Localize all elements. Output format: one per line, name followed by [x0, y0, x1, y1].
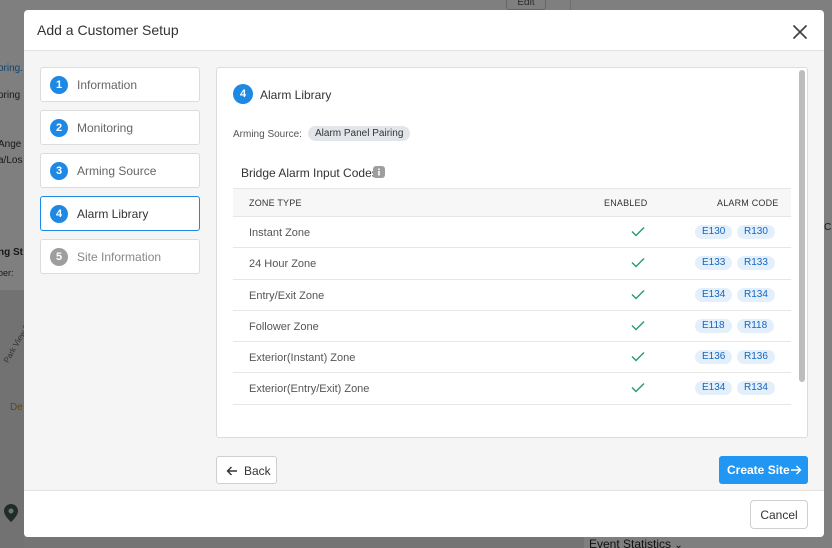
step-number: 1: [50, 76, 68, 94]
step-label: Site Information: [77, 250, 162, 264]
info-icon[interactable]: [373, 166, 385, 178]
check-icon: [631, 258, 645, 268]
check-icon: [631, 383, 645, 394]
zone-type: Exterior(Entry/Exit) Zone: [249, 383, 370, 396]
modal-footer: Cancel: [24, 490, 824, 537]
zone-type: Entry/Exit Zone: [249, 289, 325, 302]
panel-scrollbar[interactable]: [799, 70, 805, 382]
arrow-left-icon: [226, 466, 237, 476]
modal-body: 1 Information 2 Monitoring 3 Arming Sour…: [24, 51, 824, 490]
alarm-code-chip: R134: [737, 287, 775, 302]
table-header: ZONE TYPE ENABLED ALARM CODE: [233, 188, 791, 217]
step-label: Monitoring: [77, 121, 134, 135]
step-information[interactable]: 1 Information: [40, 67, 200, 102]
step-number: 2: [50, 119, 68, 137]
alarm-code-chip: E130: [695, 225, 733, 239]
table-row: 24 Hour Zone E133 R133: [233, 248, 791, 280]
close-icon[interactable]: [788, 20, 812, 44]
alarm-code-chip: R133: [737, 256, 775, 271]
section-title: Alarm Library: [260, 88, 332, 102]
alarm-code-chip: E136: [695, 350, 733, 365]
check-icon: [631, 289, 645, 300]
step-site-information[interactable]: 5 Site Information: [40, 239, 200, 274]
column-header-enabled: ENABLED: [604, 198, 648, 208]
column-header-alarm-code: ALARM CODE: [717, 198, 779, 208]
alarm-code-chip: E134: [695, 287, 733, 302]
modal-header: Add a Customer Setup: [24, 10, 824, 51]
table-row: Exterior(Entry/Exit) Zone E134 R134: [233, 373, 791, 405]
table-row: Exterior(Instant) Zone E136 R136: [233, 342, 791, 374]
alarm-codes-table: ZONE TYPE ENABLED ALARM CODE Instant Zon…: [233, 188, 791, 405]
zone-type: 24 Hour Zone: [249, 258, 317, 271]
step-monitoring[interactable]: 2 Monitoring: [40, 110, 200, 145]
alarm-code-chip: R136: [737, 350, 775, 365]
alarm-code-chip: R134: [737, 381, 775, 396]
table-row: Instant Zone E130 R130: [233, 217, 791, 249]
check-icon: [631, 320, 645, 331]
table-row: Entry/Exit Zone E134 R134: [233, 280, 791, 311]
step-number: 3: [50, 162, 68, 180]
arming-source-chip: Alarm Panel Pairing: [308, 126, 411, 141]
zone-type: Instant Zone: [249, 227, 311, 239]
cancel-button[interactable]: Cancel: [750, 500, 808, 529]
customer-setup-modal: Add a Customer Setup 1 Information 2 Mon…: [24, 10, 824, 537]
step-label: Arming Source: [77, 164, 157, 178]
step-arming-source[interactable]: 3 Arming Source: [40, 153, 200, 188]
alarm-code-chip: R118: [737, 318, 775, 333]
step-label: Information: [77, 78, 138, 92]
arrow-right-icon: [791, 465, 802, 475]
back-label: Back: [244, 464, 271, 478]
create-site-label: Create Site: [727, 463, 790, 477]
section-step-number: 4: [233, 84, 253, 104]
alarm-code-chip: E134: [695, 381, 733, 396]
alarm-code-chip: E133: [695, 256, 733, 271]
back-button[interactable]: Back: [216, 456, 277, 484]
alarm-library-panel: 4 Alarm Library Arming Source: Alarm Pan…: [216, 67, 808, 438]
step-number: 4: [50, 205, 68, 223]
bridge-codes-title: Bridge Alarm Input Codes: [241, 166, 378, 180]
column-header-zone-type: ZONE TYPE: [249, 198, 302, 208]
zone-type: Follower Zone: [249, 320, 319, 333]
alarm-code-chip: E118: [695, 318, 732, 333]
create-site-button[interactable]: Create Site: [719, 456, 808, 484]
step-alarm-library[interactable]: 4 Alarm Library: [40, 196, 200, 231]
check-icon: [631, 352, 645, 362]
modal-title: Add a Customer Setup: [37, 22, 179, 38]
zone-type: Exterior(Instant) Zone: [249, 352, 356, 365]
step-number: 5: [50, 248, 68, 266]
check-icon: [631, 226, 645, 237]
arming-source-label: Arming Source:: [233, 129, 302, 140]
table-row: Follower Zone E118 R118: [233, 311, 791, 343]
step-label: Alarm Library: [77, 207, 149, 221]
alarm-code-chip: R130: [737, 225, 775, 239]
